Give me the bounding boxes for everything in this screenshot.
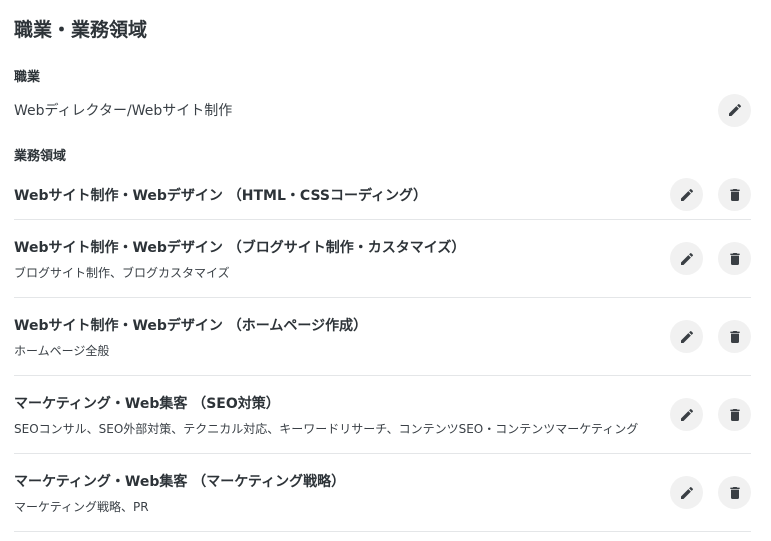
edit-business-area-button[interactable] (670, 320, 703, 353)
business-area-title: マーケティング・Web集客 （マーケティング戦略） (14, 473, 346, 490)
pencil-icon (680, 408, 693, 421)
business-area-detail: ホームページ全般 (14, 343, 110, 358)
business-area-list: Webサイト制作・Webデザイン （HTML・CSSコーディング） Webサイト… (14, 170, 751, 532)
pencil-icon (680, 188, 693, 201)
business-area-detail: マーケティング戦略、PR (14, 499, 149, 514)
delete-business-area-button[interactable] (718, 320, 751, 353)
business-area-item: Webサイト制作・Webデザイン （HTML・CSSコーディング） (14, 170, 751, 220)
business-area-heading: 業務領域 (14, 149, 67, 164)
business-area-item: マーケティング・Web集客 （SEO対策） SEOコンサル、SEO外部対策、テク… (14, 376, 751, 454)
business-area-title: Webサイト制作・Webデザイン （ホームページ作成） (14, 317, 368, 334)
delete-business-area-button[interactable] (718, 242, 751, 275)
occupation-value: Webディレクター/Webサイト制作 (14, 103, 233, 119)
trash-icon (729, 252, 740, 265)
edit-business-area-button[interactable] (670, 398, 703, 431)
page-title: 職業・業務領域 (14, 19, 148, 41)
business-area-title: Webサイト制作・Webデザイン （ブログサイト制作・カスタマイズ） (14, 239, 466, 256)
business-area-item: Webサイト制作・Webデザイン （ホームページ作成） ホームページ全般 (14, 298, 751, 376)
delete-business-area-button[interactable] (718, 178, 751, 211)
occupation-heading: 職業 (14, 70, 41, 85)
pencil-icon (680, 486, 693, 499)
edit-business-area-button[interactable] (670, 476, 703, 509)
occupation-row: Webディレクター/Webサイト制作 (14, 93, 751, 127)
business-area-title: Webサイト制作・Webデザイン （HTML・CSSコーディング） (14, 187, 428, 204)
edit-occupation-button[interactable] (718, 93, 751, 127)
edit-business-area-button[interactable] (670, 242, 703, 275)
business-area-detail: SEOコンサル、SEO外部対策、テクニカル対応、キーワードリサーチ、コンテンツS… (14, 421, 639, 436)
business-area-item: Webサイト制作・Webデザイン （ブログサイト制作・カスタマイズ） ブログサイ… (14, 220, 751, 298)
occupation-business-area-page: 職業・業務領域 職業 Webディレクター/Webサイト制作 業務領域 Webサイ… (0, 0, 771, 541)
trash-icon (729, 330, 740, 343)
trash-icon (729, 188, 740, 201)
pencil-icon (680, 252, 693, 265)
edit-business-area-button[interactable] (670, 178, 703, 211)
delete-business-area-button[interactable] (718, 398, 751, 431)
pencil-icon (680, 330, 693, 343)
delete-business-area-button[interactable] (718, 476, 751, 509)
business-area-detail: ブログサイト制作、ブログカスタマイズ (14, 265, 230, 280)
trash-icon (729, 408, 740, 421)
business-area-title: マーケティング・Web集客 （SEO対策） (14, 395, 280, 412)
pencil-icon (728, 103, 741, 116)
business-area-item: マーケティング・Web集客 （マーケティング戦略） マーケティング戦略、PR (14, 454, 751, 532)
trash-icon (729, 486, 740, 499)
